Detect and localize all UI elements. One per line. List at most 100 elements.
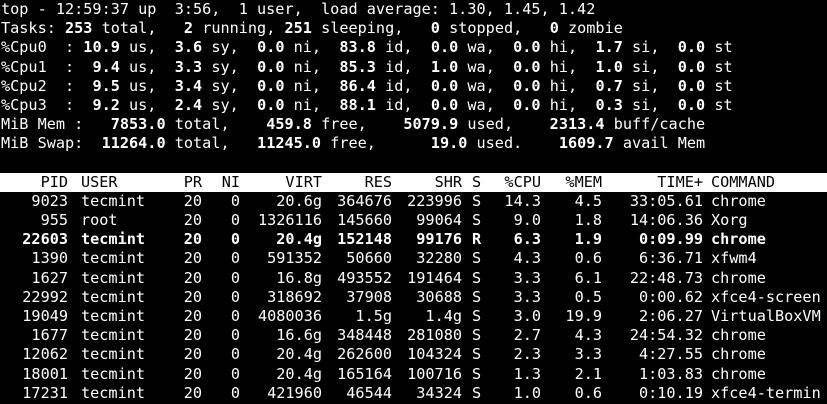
cell-s: S xyxy=(472,326,482,345)
cell-shr: 1.4g xyxy=(425,307,462,325)
cell-command: chrome xyxy=(711,230,766,249)
col-pr-header[interactable]: PR xyxy=(170,173,202,192)
cell-pid: 22603 xyxy=(22,230,68,249)
cell-res: 348448 xyxy=(337,326,392,345)
cell-shr: 191464 xyxy=(407,268,462,287)
table-row[interactable]: 22992 tecmint 20 0 318692 37908 30688 S 3.3 0.5 0:… xyxy=(0,288,827,307)
cell-time: 22:48.73 xyxy=(629,268,703,287)
col-user-header[interactable]: USER xyxy=(81,173,118,192)
col-ni-header[interactable]: NI xyxy=(210,173,240,192)
cell-pid: 1677 xyxy=(31,326,68,345)
cpu-si-value: 1.0 xyxy=(595,57,623,76)
cell-res: 1.5g xyxy=(355,307,392,325)
cpu-si-value: 0.7 xyxy=(595,76,623,95)
cell-ni: 0 xyxy=(230,249,240,268)
cell-cpu: 3.0 xyxy=(513,307,541,325)
cell-mem: 4.5 xyxy=(574,191,602,210)
cell-command: chrome xyxy=(711,364,766,383)
cell-virt: 20.4g xyxy=(276,230,322,249)
cell-pr: 20 xyxy=(183,287,202,306)
cell-pr: 20 xyxy=(183,230,202,249)
cell-virt: 16.6g xyxy=(276,326,322,345)
cpu-line: %Cpu3 : 9.2 us, 2.4 sy, 0.0 ni, 88.1 id,… xyxy=(1,95,733,114)
table-row[interactable]: 22603 tecmint 20 0 20.4g 152148 99176 R 6.3 1.9 0:… xyxy=(0,230,827,249)
cell-virt: 421960 xyxy=(267,383,322,402)
tasks-stopped: 0 xyxy=(430,19,440,38)
cell-shr: 281080 xyxy=(407,326,462,345)
cpu-si-value: 1.7 xyxy=(595,38,623,57)
cell-res: 145660 xyxy=(337,211,392,230)
col-shr-header[interactable]: SHR xyxy=(400,173,462,192)
cell-res: 46544 xyxy=(346,383,392,402)
cell-shr: 99064 xyxy=(416,211,462,230)
col-pid-header[interactable]: PID xyxy=(0,173,68,192)
table-row[interactable]: 12062 tecmint 20 0 20.4g 262600 104324 S 2.3 3.3 4… xyxy=(0,345,827,364)
cell-res: 152148 xyxy=(337,230,392,249)
table-row[interactable]: 9023 tecmint 20 0 20.6g 364676 223996 S 14.3 4.5 3… xyxy=(0,192,827,211)
col-cpu-header[interactable]: %CPU xyxy=(490,173,541,192)
cell-command: chrome xyxy=(711,268,766,287)
cell-ni: 0 xyxy=(230,230,240,249)
cpu-line: %Cpu0 : 10.9 us, 3.6 sy, 0.0 ni, 83.8 id… xyxy=(1,38,733,57)
table-row[interactable]: 1627 tecmint 20 0 16.8g 493552 191464 S 3.3 6.1 22… xyxy=(0,269,827,288)
cell-command: xfce4-termin xyxy=(711,383,821,402)
cell-mem: 0.5 xyxy=(574,287,602,306)
swap-used: 19.0 xyxy=(430,134,468,153)
cell-shr: 223996 xyxy=(407,191,462,210)
cpu-hi-value: 0.0 xyxy=(513,57,541,76)
cpu-us-value: 9.5 xyxy=(83,76,120,95)
mem-buff-cache: 2313.4 xyxy=(549,115,605,134)
cell-shr: 104324 xyxy=(407,345,462,364)
cpu-us-value: 9.4 xyxy=(83,57,120,76)
table-row[interactable]: 1390 tecmint 20 0 591352 50660 32280 S 4.3 0.6 6:3… xyxy=(0,249,827,268)
cell-command: xfce4-screen xyxy=(711,287,821,306)
col-mem-header[interactable]: %MEM xyxy=(550,173,602,192)
cell-s: R xyxy=(472,230,482,249)
cell-command: chrome xyxy=(711,326,766,345)
table-row[interactable]: 17231 tecmint 20 0 421960 46544 34324 S 1.0 0.6 0:… xyxy=(0,384,827,403)
cell-mem: 0.6 xyxy=(574,249,602,268)
cell-cpu: 3.3 xyxy=(513,287,541,306)
cell-shr: 32280 xyxy=(416,249,462,268)
cell-ni: 0 xyxy=(230,383,240,402)
cell-s: S xyxy=(472,287,482,306)
cell-res: 493552 xyxy=(337,268,392,287)
cell-time: 0:09.99 xyxy=(638,230,703,249)
cpu-hi-value: 0.0 xyxy=(513,95,541,114)
cell-user: root xyxy=(81,211,118,230)
cell-user: tecmint xyxy=(81,287,146,306)
cell-virt: 20.4g xyxy=(276,345,322,364)
cpu-wa-value: 0.0 xyxy=(430,38,459,57)
col-command-header[interactable]: COMMAND xyxy=(711,173,775,192)
cpu-sy-value: 3.4 xyxy=(174,76,203,95)
cell-virt: 318692 xyxy=(267,287,322,306)
cell-cpu: 3.3 xyxy=(513,268,541,287)
table-row[interactable]: 955 root 20 0 1326116 145660 99064 S 9.0 1.8 14:06… xyxy=(0,211,827,230)
cell-user: tecmint xyxy=(81,191,146,210)
table-row[interactable]: 18001 tecmint 20 0 20.4g 165164 100716 S 1.3 2.1 1… xyxy=(0,365,827,384)
col-time-header[interactable]: TIME+ xyxy=(620,173,703,192)
cpu-wa-value: 0.0 xyxy=(430,95,459,114)
cell-user: tecmint xyxy=(81,345,146,364)
terminal-window[interactable]: top - 12:59:37 up 3:56, 1 user, load ave… xyxy=(0,0,827,404)
cell-s: S xyxy=(472,345,482,364)
cpu-hi-value: 0.0 xyxy=(513,38,541,57)
cpu-id-value: 86.4 xyxy=(339,76,376,95)
table-row[interactable]: 1677 tecmint 20 0 16.6g 348448 281080 S 2.7 4.3 24… xyxy=(0,326,827,345)
mem-line: MiB Mem : 7853.0 total, 459.8 free, 5079… xyxy=(1,115,706,134)
table-row[interactable]: 19049 tecmint 20 0 4080036 1.5g 1.4g S 3.0 19.9 2:… xyxy=(0,307,827,326)
cell-mem: 1.8 xyxy=(574,211,602,230)
cell-virt: 16.8g xyxy=(276,268,322,287)
cell-time: 2:06.27 xyxy=(638,307,703,325)
cell-shr: 99176 xyxy=(416,230,462,249)
col-res-header[interactable]: RES xyxy=(330,173,392,192)
cpu-id-value: 85.3 xyxy=(339,57,376,76)
cell-command: VirtualBoxVM xyxy=(711,307,821,325)
col-s-header[interactable]: S xyxy=(472,173,481,192)
cell-user: tecmint xyxy=(81,307,146,325)
tasks-zombie: 0 xyxy=(549,19,559,38)
cpu-st-value: 0.0 xyxy=(677,57,706,76)
cell-cpu: 6.3 xyxy=(513,230,541,249)
col-virt-header[interactable]: VIRT xyxy=(250,173,322,192)
